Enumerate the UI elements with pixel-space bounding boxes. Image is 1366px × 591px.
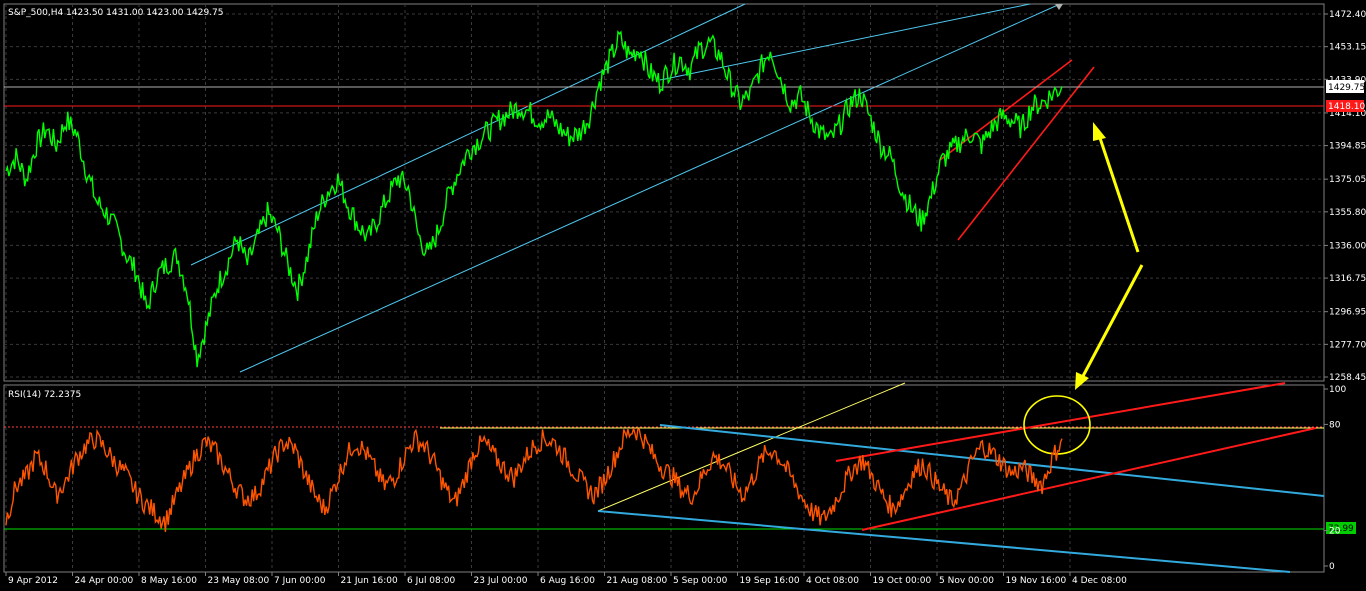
time-tick-label: 24 Apr 00:00	[75, 576, 134, 586]
rsi-tick-label: 100	[1329, 385, 1346, 395]
time-tick-label: 6 Jul 08:00	[407, 576, 456, 586]
chart-canvas: S&P_500,H4 1423.50 1431.00 1423.00 1429.…	[3, 3, 1366, 586]
time-tick-label: 5 Nov 00:00	[939, 576, 994, 586]
time-tick-label: 19 Nov 16:00	[1006, 576, 1067, 586]
price-tick-label: 1336.00	[1329, 241, 1366, 251]
red-level-label: 1418.10	[1328, 102, 1365, 112]
time-tick-label: 8 May 16:00	[141, 576, 197, 586]
current-price-label: 1429.75	[1328, 83, 1365, 93]
price-tick-label: 1316.75	[1329, 274, 1366, 284]
time-tick-label: 4 Dec 08:00	[1072, 576, 1127, 586]
time-tick-label: 23 May 08:00	[208, 576, 270, 586]
time-tick-label: 6 Aug 16:00	[540, 576, 595, 586]
rsi-axis: 100 80 20 0	[1324, 385, 1346, 572]
price-axis: 1472.401453.151433.901414.101394.851375.…	[1324, 10, 1366, 383]
time-tick-label: 9 Apr 2012	[8, 576, 58, 586]
time-tick-label: 5 Sep 00:00	[673, 576, 728, 586]
rsi-tick-label: 80	[1329, 420, 1341, 430]
price-header: S&P_500,H4 1423.50 1431.00 1423.00 1429.…	[8, 8, 224, 18]
price-tick-label: 1472.40	[1329, 10, 1366, 20]
price-tick-label: 1296.95	[1329, 308, 1366, 318]
price-tick-label: 1258.45	[1329, 373, 1366, 383]
price-tick-label: 1355.80	[1329, 208, 1366, 218]
rsi-tick-label: 0	[1329, 562, 1335, 572]
price-tick-label: 1453.15	[1329, 43, 1366, 53]
time-tick-label: 19 Sep 16:00	[740, 576, 800, 586]
time-tick-label: 23 Jul 00:00	[474, 576, 528, 586]
price-tick-label: 1375.05	[1329, 175, 1366, 185]
time-tick-label: 4 Oct 08:00	[806, 576, 859, 586]
rsi-header: RSI(14) 72.2375	[8, 390, 81, 400]
price-panel	[3, 3, 1325, 382]
price-tick-label: 1394.85	[1329, 142, 1366, 152]
time-tick-label: 21 Jun 16:00	[341, 576, 398, 586]
price-tick-label: 1277.70	[1329, 340, 1366, 350]
time-tick-label: 7 Jun 00:00	[274, 576, 326, 586]
time-tick-label: 19 Oct 00:00	[873, 576, 932, 586]
rsi-tick-label: 20	[1329, 527, 1341, 537]
time-axis: 9 Apr 2012 24 Apr 00:00 8 May 16:00 23 May …	[5, 572, 1127, 586]
time-tick-label: 21 Aug 08:00	[607, 576, 668, 586]
